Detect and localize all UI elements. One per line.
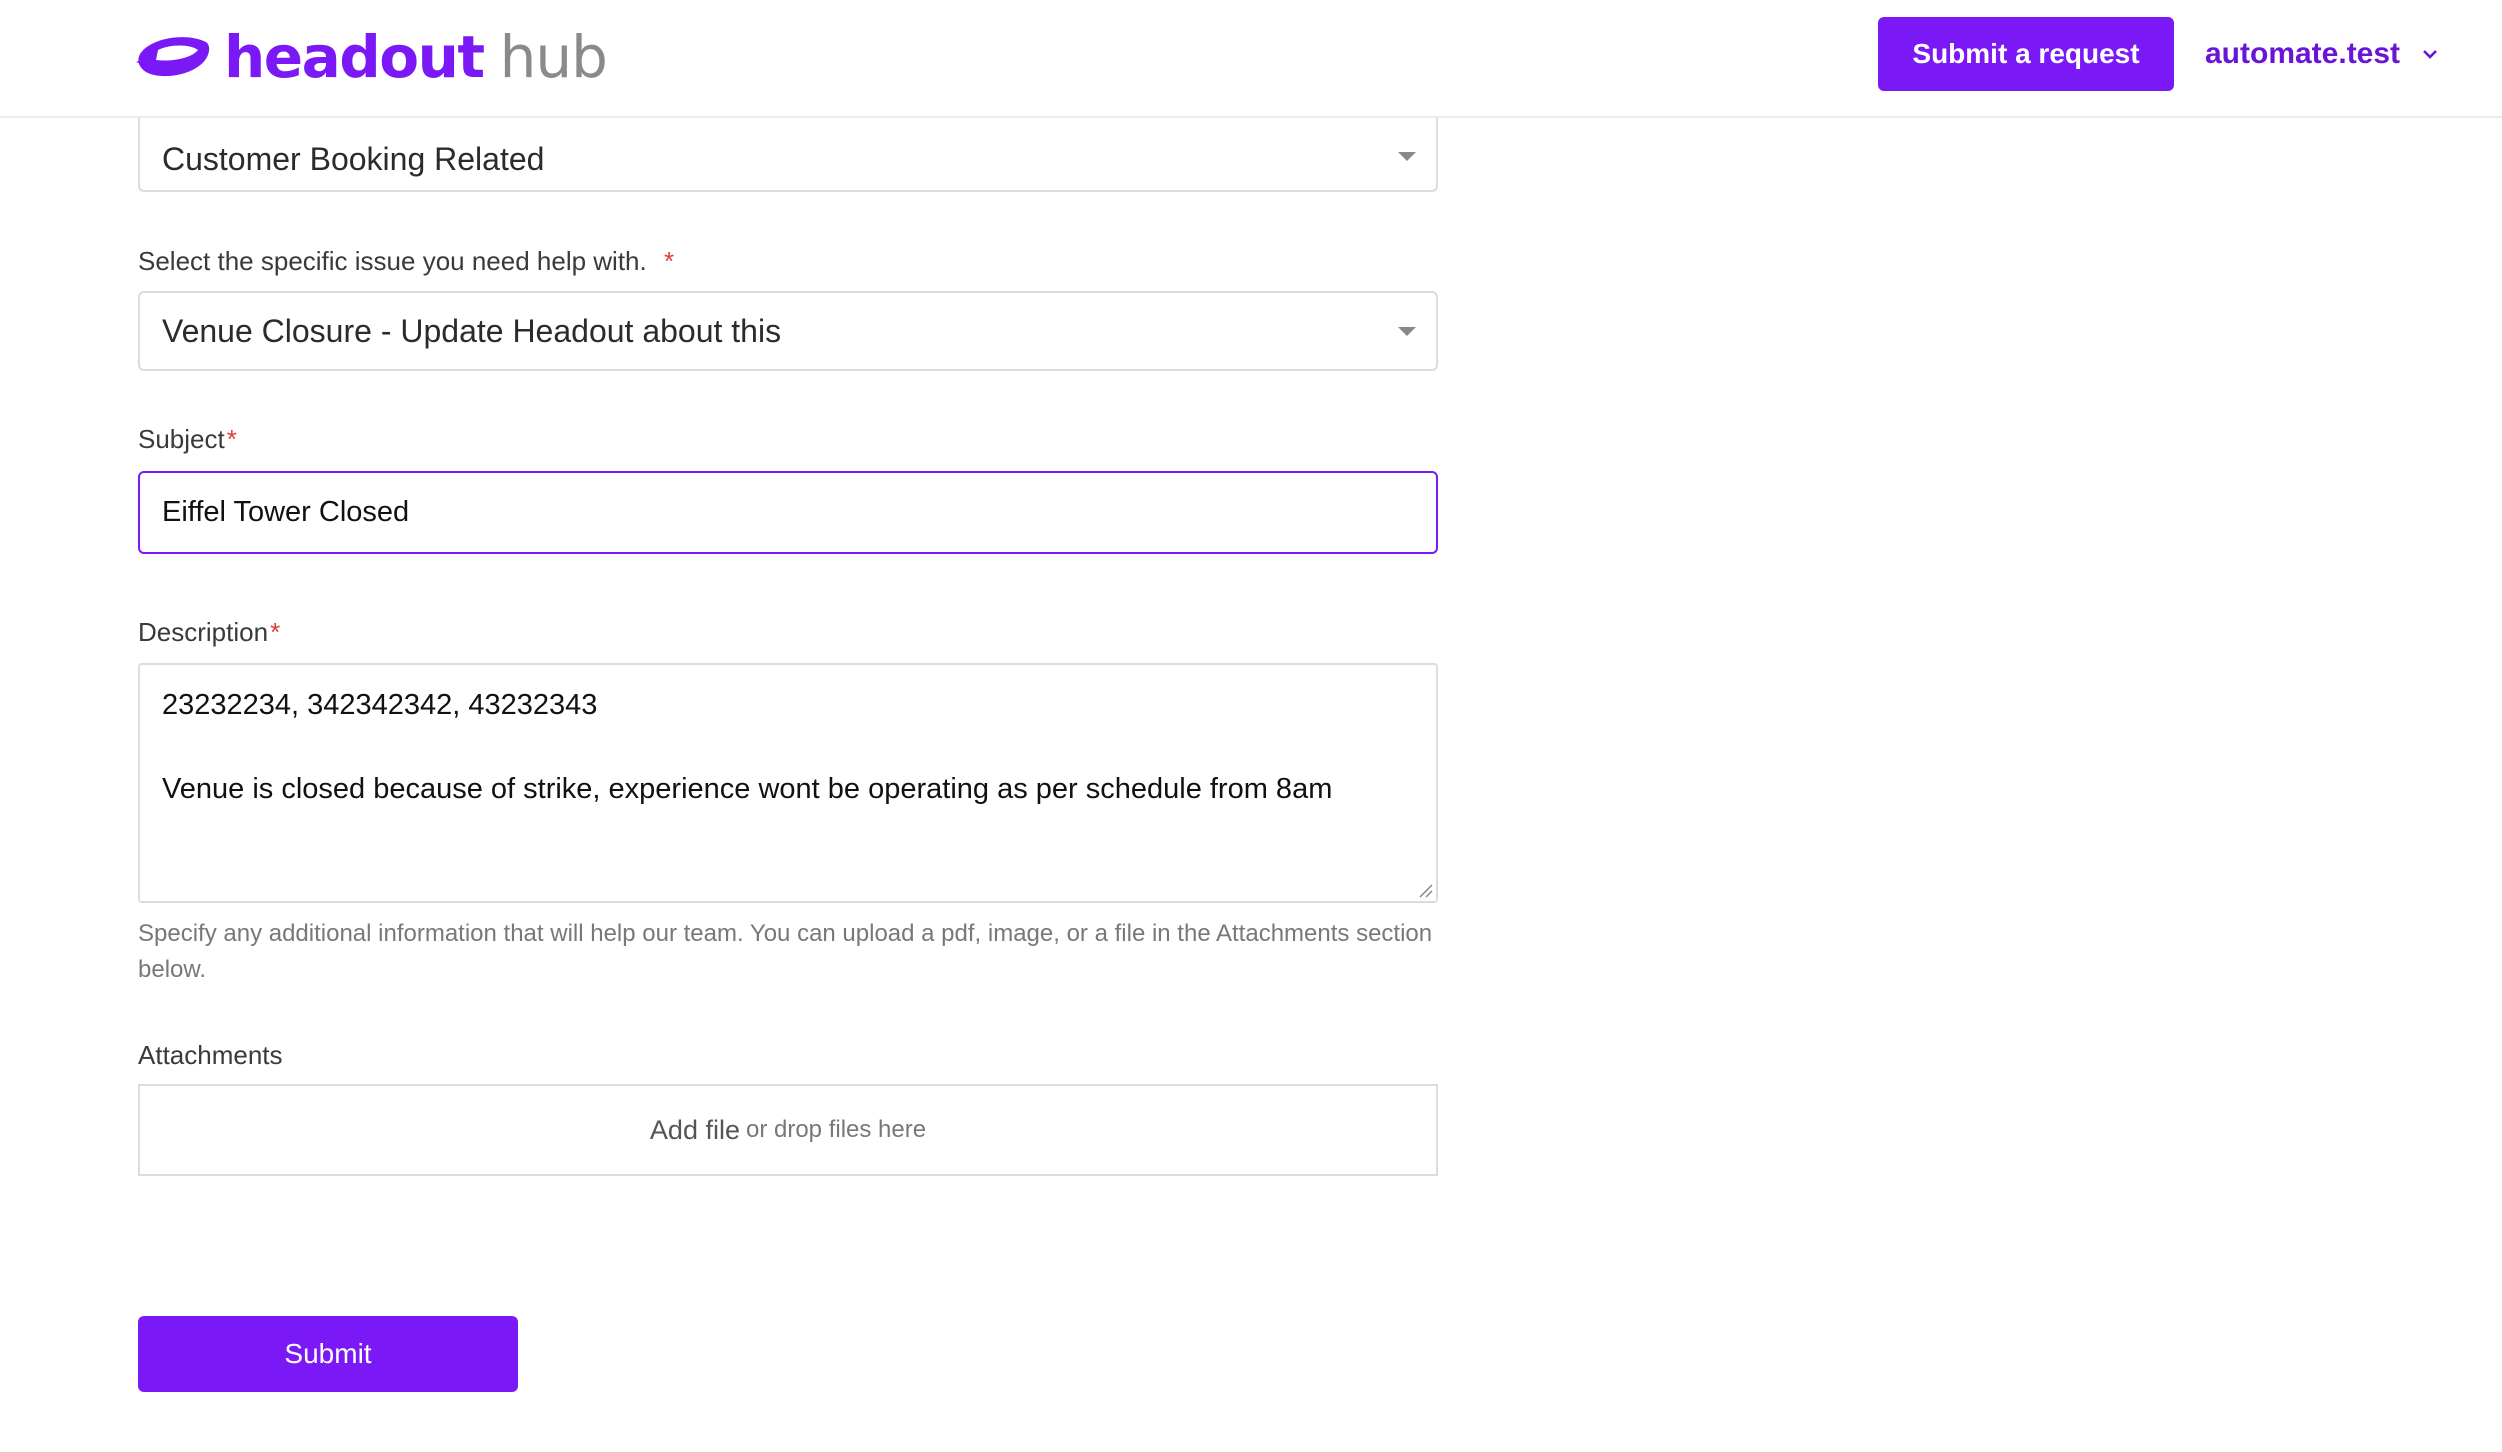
required-asterisk: *	[226, 424, 237, 454]
add-file-link[interactable]: Add file	[650, 1115, 740, 1146]
resize-handle-icon[interactable]	[1417, 882, 1433, 898]
brand-suffix: hub	[499, 23, 608, 91]
top-navigation-bar: headout hub Submit a request automate.te…	[0, 0, 2502, 118]
required-asterisk: *	[270, 617, 281, 647]
issue-select-value: Venue Closure - Update Headout about thi…	[162, 312, 782, 349]
category-select[interactable]: Customer Booking Related	[138, 112, 1438, 192]
attachments-label: Attachments	[138, 1040, 283, 1070]
brand-logo-link[interactable]: headout hub	[136, 22, 608, 92]
headout-logo-icon	[136, 37, 210, 77]
description-line-3: Venue is closed because of strike, exper…	[162, 773, 1333, 805]
user-menu-dropdown[interactable]: automate.test	[2205, 17, 2438, 91]
description-help-text: Specify any additional information that …	[138, 920, 1433, 983]
submit-a-request-button[interactable]: Submit a request	[1878, 17, 2174, 91]
submit-a-request-label: Submit a request	[1912, 38, 2140, 69]
subject-input[interactable]: Eiffel Tower Closed	[138, 471, 1438, 554]
caret-down-icon	[1398, 152, 1416, 161]
category-select-value: Customer Booking Related	[162, 140, 545, 177]
issue-select-label: Select the specific issue you need help …	[138, 246, 675, 276]
chevron-down-icon	[2423, 50, 2437, 59]
attachments-dropzone[interactable]: Add file or drop files here	[138, 1084, 1438, 1176]
brand-name: headout	[224, 23, 485, 91]
subject-label: Subject*	[138, 424, 237, 454]
description-label: Description*	[138, 617, 281, 647]
required-asterisk: *	[663, 246, 675, 276]
drop-files-text: or drop files here	[745, 1116, 927, 1143]
caret-down-icon	[1398, 327, 1416, 336]
issue-select[interactable]: Venue Closure - Update Headout about thi…	[138, 291, 1438, 371]
subject-value: Eiffel Tower Closed	[162, 496, 410, 528]
description-textarea[interactable]: 23232234, 342342342, 43232343 Venue is c…	[138, 663, 1438, 903]
submit-label: Submit	[284, 1338, 372, 1369]
user-name: automate.test	[2205, 37, 2401, 70]
submit-button[interactable]: Submit	[138, 1316, 518, 1392]
description-line-1: 23232234, 342342342, 43232343	[162, 689, 598, 721]
